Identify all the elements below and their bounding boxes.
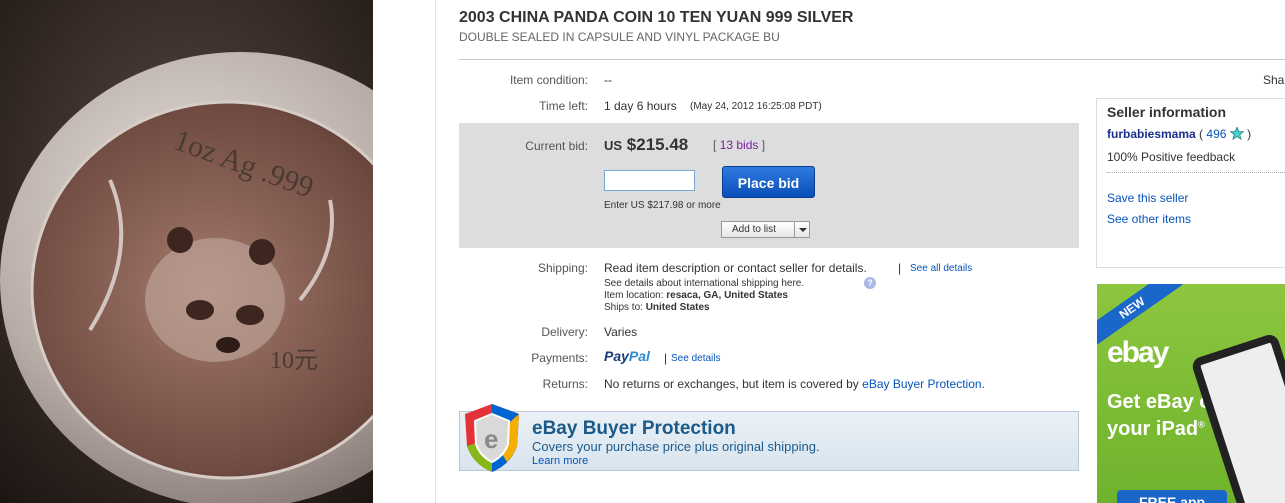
- photo-divider: [435, 0, 436, 503]
- shipping-label: Shipping:: [537, 261, 588, 275]
- save-seller-link[interactable]: Save this seller: [1107, 191, 1188, 205]
- returns-label: Returns:: [542, 377, 588, 391]
- share-link[interactable]: Sha: [1263, 73, 1284, 87]
- coin-image: 1oz Ag .999 10元: [0, 0, 373, 503]
- current-bid-label: Current bid:: [525, 139, 588, 153]
- ships-to: Ships to: United States: [604, 302, 710, 313]
- end-date: (May 24, 2012 16:25:08 PDT): [690, 101, 822, 112]
- currency: US: [604, 138, 623, 153]
- svg-text:e: e: [484, 424, 498, 454]
- item-title: 2003 CHINA PANDA COIN 10 TEN YUAN 999 SI…: [459, 9, 854, 26]
- payments-see-details-link[interactable]: See details: [671, 353, 720, 364]
- star-icon: [1229, 126, 1245, 141]
- returns-text: No returns or exchanges, but item is cov…: [604, 377, 859, 391]
- shipping-value: Read item description or contact seller …: [604, 261, 867, 275]
- delivery-value: Varies: [604, 325, 638, 339]
- positive-feedback: 100% Positive feedback: [1107, 150, 1236, 164]
- feedback-score-link[interactable]: 496: [1206, 127, 1226, 141]
- returns-period: .: [981, 377, 985, 391]
- buyer-protection-link[interactable]: eBay Buyer Protection: [862, 377, 981, 391]
- bid-amount-input[interactable]: [604, 170, 695, 191]
- current-bid-price: US $215.48: [604, 135, 688, 155]
- min-bid-hint: Enter US $217.98 or more: [604, 200, 721, 211]
- item-location-label: Item location:: [604, 290, 664, 301]
- seller-info-title: Seller information: [1107, 104, 1227, 120]
- item-location-value: resaca, GA, United States: [666, 290, 788, 301]
- free-app-button[interactable]: FREE app: [1117, 490, 1227, 503]
- dropdown-separator: [794, 222, 795, 237]
- see-all-details-link[interactable]: See all details: [910, 263, 972, 274]
- bid-count: [ 13 bids ]: [713, 138, 765, 152]
- international-shipping-note[interactable]: See details about international shipping…: [604, 278, 804, 289]
- score-open: (: [1199, 127, 1204, 141]
- title-divider: [459, 59, 1285, 60]
- item-subtitle: DOUBLE SEALED IN CAPSULE AND VINYL PACKA…: [459, 30, 780, 44]
- learn-more-link[interactable]: Learn more: [532, 455, 588, 467]
- add-to-list-label: Add to list: [732, 224, 776, 235]
- see-other-items-link[interactable]: See other items: [1107, 212, 1191, 226]
- seller-name-link[interactable]: furbabiesmama: [1107, 127, 1196, 141]
- bid-history-link[interactable]: 13 bids: [720, 138, 759, 152]
- time-left-label: Time left:: [539, 99, 588, 113]
- ebay-logo: ebay: [1107, 336, 1169, 369]
- ships-to-value: United States: [645, 302, 710, 313]
- ships-to-label: Ships to:: [604, 302, 643, 313]
- paypal-pal: Pal: [628, 348, 650, 364]
- condition-label: Item condition:: [509, 73, 588, 87]
- svg-text:10元: 10元: [270, 348, 318, 374]
- condition-value: --: [604, 73, 612, 87]
- payments-separator: |: [664, 351, 668, 365]
- ipad-screen: [1200, 342, 1285, 503]
- seller-info-panel: [1096, 98, 1285, 268]
- buyer-protection-title: eBay Buyer Protection: [532, 418, 736, 439]
- ad-trademark: ®: [1198, 419, 1205, 430]
- help-icon[interactable]: ?: [864, 277, 876, 289]
- shipping-separator: |: [898, 261, 902, 275]
- ebay-ipad-ad[interactable]: NEW ebay Get eBay on your iPad® FREE app: [1097, 284, 1285, 503]
- paypal-pay: Pay: [604, 348, 629, 364]
- bracket-close: ]: [761, 138, 766, 152]
- shield-icon: e: [465, 404, 519, 472]
- score-close: ): [1247, 127, 1252, 141]
- item-location: Item location: resaca, GA, United States: [604, 290, 788, 301]
- seller-divider: [1107, 172, 1285, 173]
- item-photo[interactable]: 1oz Ag .999 10元: [0, 0, 373, 503]
- returns-value: No returns or exchanges, but item is cov…: [604, 377, 985, 391]
- delivery-label: Delivery:: [541, 325, 588, 339]
- ad-line-2: your iPad®: [1107, 418, 1205, 441]
- buyer-protection-subtitle: Covers your purchase price plus original…: [532, 439, 820, 454]
- price-amount: $215.48: [626, 135, 689, 154]
- time-left-value: 1 day 6 hours: [604, 99, 677, 113]
- add-to-list-button[interactable]: Add to list: [721, 221, 810, 238]
- paypal-logo: PayPal: [604, 348, 650, 364]
- payments-label: Payments:: [531, 351, 588, 365]
- place-bid-button[interactable]: Place bid: [722, 166, 815, 198]
- seller-identity: furbabiesmama ( 496 ): [1107, 126, 1252, 141]
- ad-line-2-text: your iPad: [1107, 418, 1199, 440]
- chevron-down-icon[interactable]: [799, 228, 807, 232]
- bracket-open: [: [713, 138, 717, 152]
